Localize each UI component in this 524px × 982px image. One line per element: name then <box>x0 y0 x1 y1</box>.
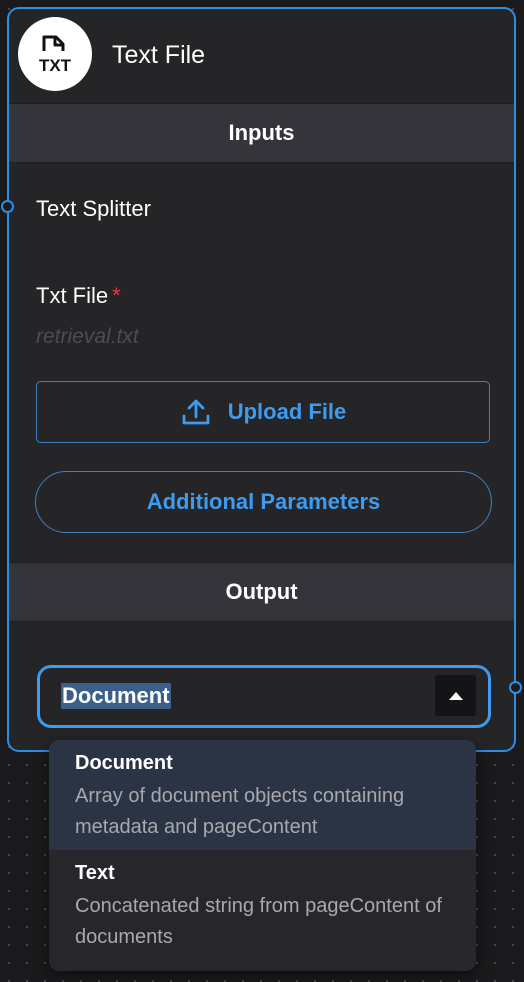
inputs-section-header: Inputs <box>9 103 514 163</box>
dropdown-option-text[interactable]: Text Concatenated string from pageConten… <box>49 850 476 960</box>
upload-file-label: Upload File <box>227 399 347 424</box>
dropdown-toggle-button[interactable] <box>435 675 476 716</box>
caret-up-icon <box>448 691 463 700</box>
option-title: Document <box>75 752 173 774</box>
node-title: Text File <box>112 41 206 69</box>
option-description: Concatenated string from pageContent of … <box>75 895 442 948</box>
option-description: Array of document objects containing met… <box>75 785 405 838</box>
txt-icon-label: TXT <box>39 56 72 75</box>
output-connection-handle[interactable] <box>509 681 522 694</box>
output-selected-value: Document <box>61 683 171 709</box>
output-options-dropdown: Document Array of document objects conta… <box>49 740 476 971</box>
txt-file-icon: TXT <box>18 17 92 91</box>
output-type-select[interactable]: Document <box>37 665 491 728</box>
text-splitter-label: Text Splitter <box>36 196 151 221</box>
required-marker: * <box>112 283 121 308</box>
txt-file-label-text: Txt File <box>36 283 109 308</box>
option-title: Text <box>75 862 115 884</box>
input-connection-handle[interactable] <box>1 200 14 213</box>
txt-file-label: Txt File * <box>36 283 121 309</box>
dropdown-option-document[interactable]: Document Array of document objects conta… <box>49 740 476 850</box>
file-name-value: retrieval.txt <box>36 325 139 348</box>
upload-icon <box>182 399 210 425</box>
upload-file-button[interactable]: Upload File <box>36 381 490 443</box>
node-header: TXT Text File <box>9 9 514 103</box>
additional-parameters-button[interactable]: Additional Parameters <box>35 471 492 533</box>
text-file-node[interactable]: TXT Text File Inputs Text Splitter Txt F… <box>7 7 516 752</box>
output-section-header: Output <box>9 562 514 622</box>
